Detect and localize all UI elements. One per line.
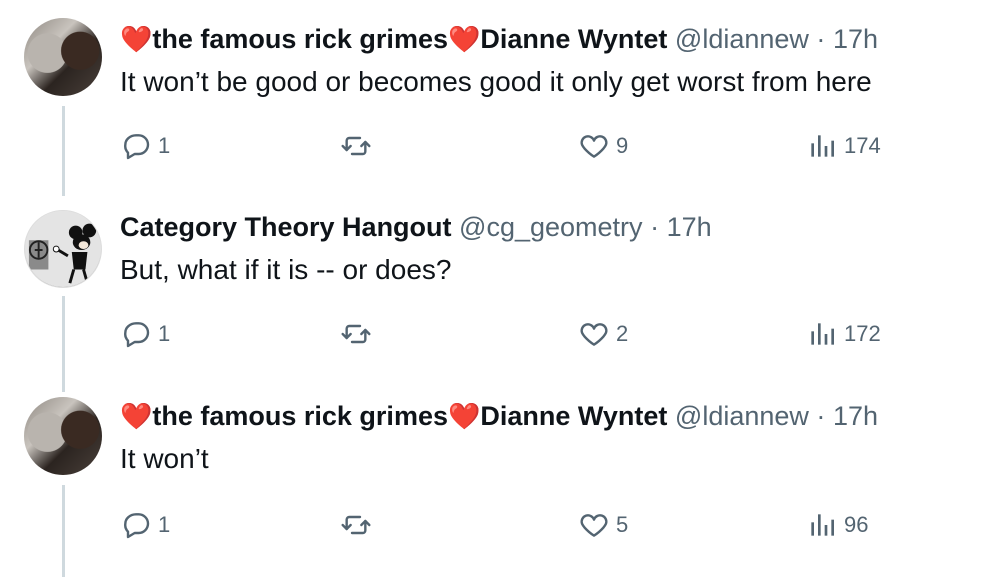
separator-dot: · xyxy=(816,24,826,54)
reply-button[interactable]: 1 xyxy=(120,314,170,354)
retweet-icon xyxy=(341,515,371,535)
like-button[interactable]: 2 xyxy=(578,314,628,354)
like-button[interactable]: 5 xyxy=(578,505,628,545)
tweet-text: It won’t xyxy=(120,443,209,474)
heart-emoji: ❤️ xyxy=(120,24,153,54)
views-button[interactable]: 174 xyxy=(806,126,881,166)
reply-count: 1 xyxy=(158,133,171,158)
tweet-2[interactable]: Category Theory Hangout @cg_geometry · 1… xyxy=(0,188,1000,392)
action-bar: 1 9 174 xyxy=(120,126,920,166)
avatar[interactable] xyxy=(24,18,102,96)
views-icon xyxy=(811,323,834,345)
display-name-part[interactable]: the famous rick grimes xyxy=(152,401,448,431)
timestamp[interactable]: 17h xyxy=(833,401,878,431)
reply-icon xyxy=(124,134,150,160)
reply-icon xyxy=(124,513,150,539)
views-icon xyxy=(811,514,834,536)
heart-emoji: ❤️ xyxy=(447,24,481,54)
display-name-part[interactable]: Dianne Wyntet xyxy=(480,24,667,54)
thread-line xyxy=(62,106,65,196)
retweet-icon xyxy=(341,324,371,344)
views-icon xyxy=(811,135,834,157)
tweet-header: ❤️the famous rick grimes❤️Dianne Wyntet … xyxy=(120,22,878,56)
display-name[interactable]: Category Theory Hangout xyxy=(120,212,452,242)
tweet-1[interactable]: ❤️the famous rick grimes❤️Dianne Wyntet … xyxy=(0,0,1000,196)
views-button[interactable]: 96 xyxy=(806,505,868,545)
handle[interactable]: @cg_geometry xyxy=(459,212,643,242)
heart-icon xyxy=(580,514,608,537)
like-count: 9 xyxy=(616,133,629,158)
like-button[interactable]: 9 xyxy=(578,126,628,166)
handle[interactable]: @ldiannew xyxy=(675,401,809,431)
heart-icon xyxy=(580,323,608,346)
action-bar: 1 2 172 xyxy=(120,314,920,354)
thread-line xyxy=(62,485,65,577)
timestamp[interactable]: 17h xyxy=(667,212,712,242)
views-count: 172 xyxy=(844,321,881,346)
like-count: 5 xyxy=(616,512,629,537)
tweet-text: It won’t be good or becomes good it only… xyxy=(120,66,872,97)
heart-emoji: ❤️ xyxy=(447,401,481,431)
retweet-button[interactable] xyxy=(340,314,378,354)
retweet-button[interactable] xyxy=(340,126,378,166)
separator-dot: · xyxy=(650,212,660,242)
reply-count: 1 xyxy=(158,512,171,537)
handle[interactable]: @ldiannew xyxy=(675,24,809,54)
retweet-icon xyxy=(341,136,371,156)
tweet-text: But, what if it is -- or does? xyxy=(120,254,452,285)
heart-emoji: ❤️ xyxy=(120,401,153,431)
avatar[interactable] xyxy=(24,210,102,288)
views-count: 96 xyxy=(844,512,869,537)
timestamp[interactable]: 17h xyxy=(833,24,878,54)
avatar[interactable] xyxy=(24,397,102,475)
tweet-header: Category Theory Hangout @cg_geometry · 1… xyxy=(120,210,712,244)
reply-icon xyxy=(124,322,150,348)
reply-button[interactable]: 1 xyxy=(120,126,170,166)
reply-button[interactable]: 1 xyxy=(120,505,170,545)
display-name-part[interactable]: the famous rick grimes xyxy=(152,24,448,54)
tweet-3[interactable]: ❤️the famous rick grimes❤️Dianne Wyntet … xyxy=(0,377,1000,577)
views-count: 174 xyxy=(844,133,881,158)
retweet-button[interactable] xyxy=(340,505,378,545)
steamboat-mickey-image xyxy=(25,211,101,287)
display-name-part[interactable]: Dianne Wyntet xyxy=(480,401,667,431)
action-bar: 1 5 96 xyxy=(120,505,920,545)
tweet-header: ❤️the famous rick grimes❤️Dianne Wyntet … xyxy=(120,399,878,433)
reply-count: 1 xyxy=(158,321,171,346)
like-count: 2 xyxy=(616,321,629,346)
separator-dot: · xyxy=(816,401,826,431)
views-button[interactable]: 172 xyxy=(806,314,881,354)
heart-icon xyxy=(580,135,608,158)
